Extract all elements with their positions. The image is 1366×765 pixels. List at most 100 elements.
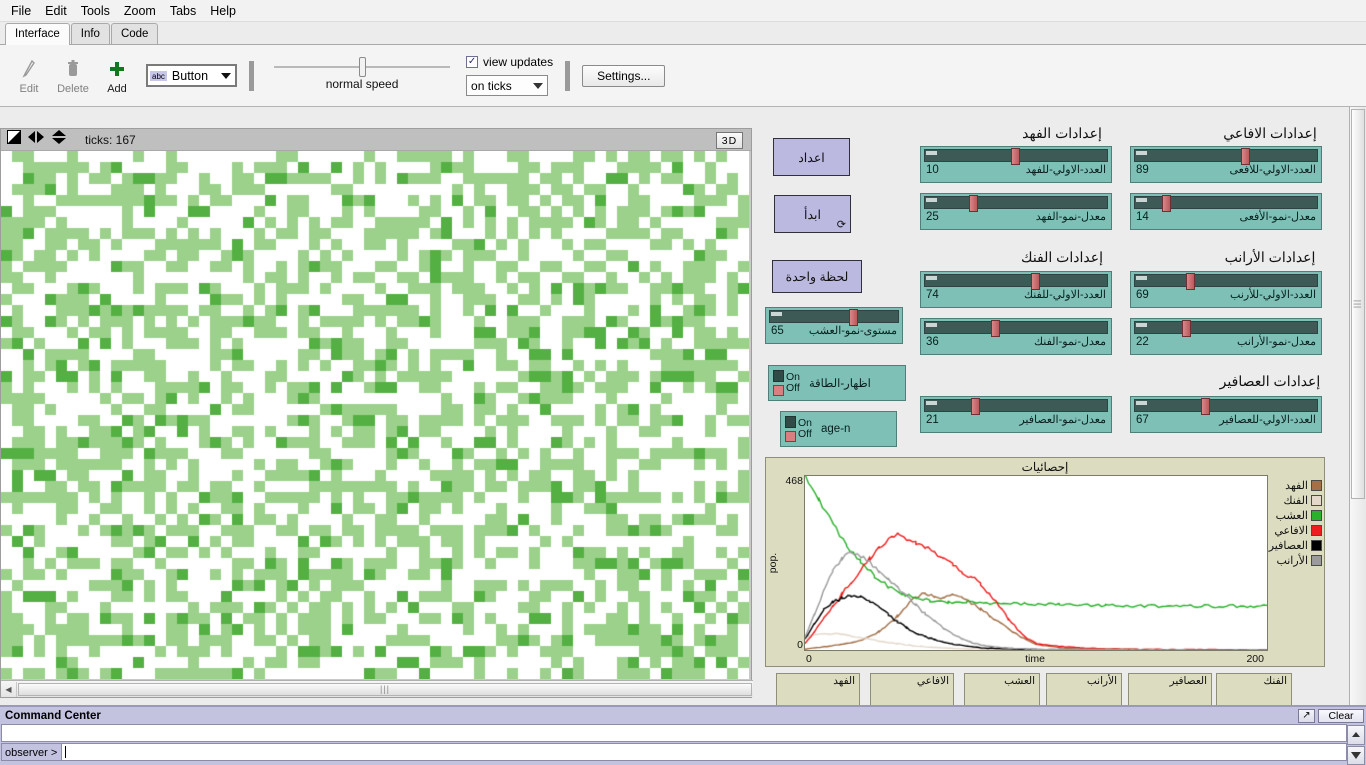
slider-track[interactable] [924,149,1108,162]
vertical-arrows-icon[interactable] [51,129,67,150]
slider-cheetah-growth[interactable]: معدل-نمو-الفهد25 [920,193,1112,230]
slider-thumb[interactable] [1162,195,1171,212]
slider-thumb[interactable] [1241,148,1250,165]
slider-snake-growth[interactable]: معدل-نمو-الأفعى14 [1130,193,1322,230]
legend-swatch [1311,555,1322,566]
switch-label: age-n [821,423,850,435]
switch-age-n[interactable]: On Off age-n [780,411,897,447]
world-patch-canvas[interactable] [1,151,749,679]
menu-zoom[interactable]: Zoom [117,2,163,20]
command-center-tools: ↗ Clear [1298,709,1364,723]
menu-file[interactable]: File [4,2,38,20]
world-view-hscrollbar[interactable]: ◀ ||| [1,680,753,697]
monitor-label: الافاعي [871,674,953,687]
slider-track[interactable] [924,399,1108,412]
monitor-grass[interactable]: العشب [964,673,1040,707]
edit-tool-button[interactable]: Edit [8,57,50,95]
add-tool-button[interactable]: Add [96,57,138,95]
slider-value: 74 [926,289,939,301]
step-button-label: لحظة واحدة [786,269,849,284]
population-plot[interactable]: إحصائيات pop. 468 0 الفهدالفنكالعشبالافا… [765,457,1325,667]
slider-snake-initial[interactable]: العدد-الاولي-للافعى89 [1130,146,1322,183]
scroll-left-icon[interactable]: ◀ [1,682,17,697]
slider-track[interactable] [1134,149,1318,162]
expand-icon[interactable]: ↗ [1298,709,1315,723]
slider-track[interactable] [924,274,1108,287]
slider-track[interactable] [769,310,899,323]
command-center-inputrow: observer > [1,743,1347,761]
speed-slider[interactable]: normal speed [272,60,452,91]
slider-bird-growth[interactable]: معدل-نمو-العصافير21 [920,396,1112,433]
resize-view-icon[interactable] [7,130,21,149]
hscroll-thumb[interactable]: ||| [18,683,752,696]
setup-button[interactable]: اعداد [773,138,850,176]
slider-fennec-growth[interactable]: معدل-نمو-الفنك36 [920,318,1112,355]
delete-tool-button[interactable]: Delete [52,57,94,95]
text-caret [65,746,66,758]
slider-track[interactable] [924,321,1108,334]
command-input[interactable] [61,743,1347,761]
monitor-snake[interactable]: الافاعي [870,673,954,707]
slider-thumb[interactable] [1031,273,1040,290]
slider-track[interactable] [1134,196,1318,209]
scroll-down-icon[interactable] [1347,746,1365,765]
speed-thumb[interactable] [359,57,366,77]
monitor-bird[interactable]: العصافير [1128,673,1212,707]
switch-show-energy[interactable]: On Off اظهار-الطاقة [768,365,906,401]
switch-off-label: Off [786,383,800,395]
menu-tabs[interactable]: Tabs [163,2,203,20]
slider-thumb[interactable] [1182,320,1191,337]
view-3d-button[interactable]: 3D [716,132,743,149]
tab-code[interactable]: Code [111,23,159,44]
monitor-fennec[interactable]: الفنك [1216,673,1292,707]
monitor-cheetah[interactable]: الفهد [776,673,860,707]
plot-legend: الفهدالفنكالعشبالافاعيالعصافيرالأرانب [1268,475,1324,651]
legend-swatch [1311,495,1322,506]
scroll-up-icon[interactable] [1347,725,1365,745]
slider-track[interactable] [1134,321,1318,334]
slider-rabbit-initial[interactable]: العدد-الاولي-للأرنب69 [1130,271,1322,308]
monitor-label: العصافير [1129,674,1211,687]
slider-thumb[interactable] [849,309,858,326]
widget-type-dropdown[interactable]: abc Button [146,64,237,87]
slider-track[interactable] [1134,399,1318,412]
slider-track[interactable] [924,196,1108,209]
slider-cheetah-initial[interactable]: العدد-الاولي-للفهد10 [920,146,1112,183]
slider-track[interactable] [1134,274,1318,287]
slider-bird-initial[interactable]: العدد-الاولي-للعصافير67 [1130,396,1322,433]
menu-edit[interactable]: Edit [38,2,74,20]
slider-fennec-initial[interactable]: العدد-الاولي-للفنك74 [920,271,1112,308]
go-button[interactable]: ابدأ ⟳ [774,195,851,233]
menu-help[interactable]: Help [203,2,243,20]
clear-button[interactable]: Clear [1318,709,1364,723]
vscroll-thumb[interactable]: ||| [1351,109,1365,499]
slider-thumb[interactable] [991,320,1000,337]
abc-icon: abc [150,71,167,81]
slider-thumb[interactable] [971,398,980,415]
slider-thumb[interactable] [1201,398,1210,415]
monitor-rabbit[interactable]: الأرانب [1046,673,1122,707]
tab-info[interactable]: Info [71,23,110,44]
tab-interface[interactable]: Interface [5,23,70,45]
menu-tools[interactable]: Tools [74,2,117,20]
horizontal-arrows-icon[interactable] [27,130,45,149]
switch-knob[interactable] [785,416,796,442]
settings-button[interactable]: Settings... [582,65,665,87]
step-button[interactable]: لحظة واحدة [772,260,862,293]
speed-label: normal speed [326,77,399,91]
slider-value: 89 [1136,164,1149,176]
world-view-header: ticks: 167 3D [1,129,751,151]
slider-rabbit-growth[interactable]: معدل-نمو-الأرانب22 [1130,318,1322,355]
legend-item-1: الفنك [1271,494,1322,507]
slider-thumb[interactable] [1011,148,1020,165]
slider-thumb[interactable] [969,195,978,212]
slider-thumb[interactable] [1186,273,1195,290]
switch-knob[interactable] [773,370,784,396]
slider-label: معدل-نمو-الفنك [1034,335,1106,348]
command-center-output[interactable] [1,724,1347,742]
update-mode-dropdown[interactable]: on ticks [466,75,548,96]
slider-grass-growth[interactable]: مستوى-نمو-العشب 65 [765,307,903,344]
plot-xaxis: 0 time 200 [766,651,1324,666]
interface-vscrollbar[interactable]: ||| [1349,107,1366,705]
view-updates-checkbox[interactable]: ✓ view updates [466,55,553,69]
